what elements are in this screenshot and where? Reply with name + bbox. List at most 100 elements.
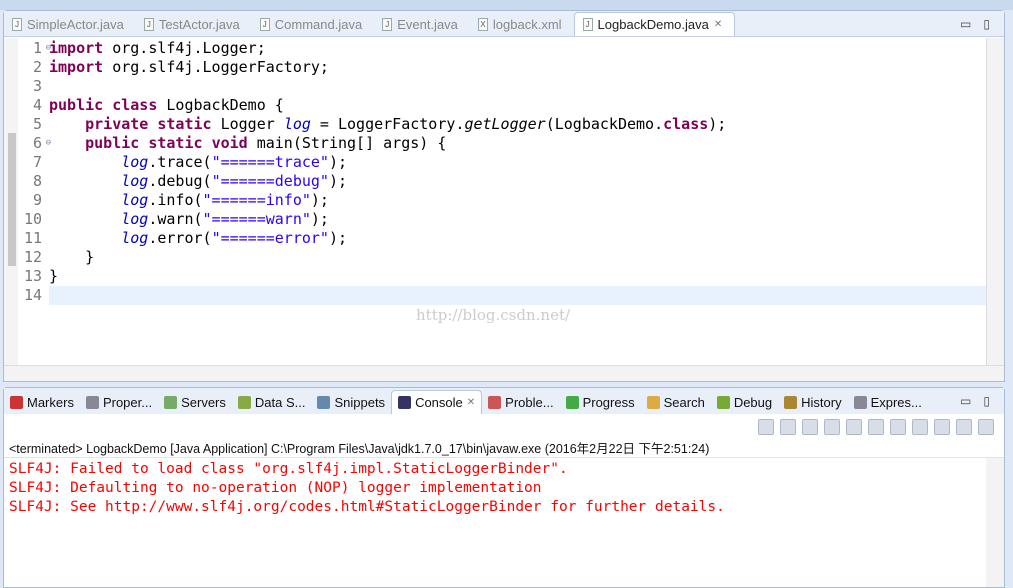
- code-line[interactable]: log.trace("======trace");: [49, 153, 986, 172]
- line-number: 11: [23, 229, 42, 247]
- window-top-bar: [0, 0, 1013, 10]
- code-line[interactable]: [49, 77, 986, 96]
- search-icon: [646, 395, 660, 409]
- code-line[interactable]: import org.slf4j.LoggerFactory;: [49, 58, 986, 77]
- code-token: log: [121, 153, 149, 171]
- remove-launch-icon[interactable]: [780, 419, 796, 435]
- line-number: 1 ⊖: [32, 39, 51, 57]
- code-token: );: [708, 115, 727, 133]
- minimize-button[interactable]: ▭: [960, 394, 971, 408]
- code-line[interactable]: log.warn("======warn");: [49, 210, 986, 229]
- console-tab[interactable]: Markers: [4, 390, 80, 414]
- code-line[interactable]: public static void main(String[] args) {: [49, 134, 986, 153]
- code-token: }: [49, 248, 95, 266]
- tab-label: Markers: [27, 394, 74, 410]
- clear-console-icon[interactable]: [824, 419, 840, 435]
- console-tab[interactable]: Proble...: [482, 390, 559, 414]
- tab-label: SimpleActor.java: [27, 16, 124, 32]
- word-wrap-icon[interactable]: [868, 419, 884, 435]
- tab-label: LogbackDemo.java: [597, 17, 709, 32]
- fold-icon[interactable]: ⊖: [46, 39, 51, 58]
- console-scrollbar[interactable]: [986, 458, 1004, 587]
- debug-icon: [716, 395, 730, 409]
- code-token: LogbackDemo {: [157, 96, 284, 114]
- console-tab[interactable]: Proper...: [80, 390, 158, 414]
- console-tab[interactable]: Debug: [711, 390, 778, 414]
- code-token: );: [328, 229, 348, 247]
- editor-tab[interactable]: Xlogback.xml: [470, 12, 574, 36]
- tab-label: Progress: [582, 394, 635, 410]
- tab-label: Event.java: [397, 16, 458, 32]
- console-output[interactable]: SLF4J: Failed to load class "org.slf4j.i…: [4, 458, 1004, 517]
- console-status: <terminated> LogbackDemo [Java Applicati…: [4, 440, 1004, 458]
- code-line[interactable]: }: [49, 248, 986, 267]
- tab-label: Proper...: [102, 394, 153, 410]
- code-token: main(String[] args) {: [247, 134, 447, 152]
- remove-all-icon[interactable]: [802, 419, 818, 435]
- code-token: import: [49, 39, 104, 57]
- java-editor: J SimpleActor.java J TestActor.java J Command…: [3, 10, 1005, 382]
- maximize-button[interactable]: ▯: [983, 394, 990, 408]
- code-token: "======trace": [211, 153, 329, 171]
- editor-tab[interactable]: J LogbackDemo.java ✕: [573, 12, 736, 36]
- console-tab[interactable]: Console ✕: [391, 390, 483, 414]
- open-console-icon[interactable]: [978, 419, 994, 435]
- console-tab[interactable]: Servers: [158, 390, 232, 414]
- code-token: );: [328, 172, 348, 190]
- code-token: log: [121, 210, 149, 228]
- code-line[interactable]: }: [49, 267, 986, 286]
- display-selected-console-icon[interactable]: [956, 419, 972, 435]
- console-tab[interactable]: Data S...: [232, 390, 312, 414]
- maximize-button[interactable]: ▯: [983, 17, 990, 31]
- vertical-scrollbar[interactable]: [986, 38, 1004, 365]
- code-token: "======warn": [202, 210, 311, 228]
- code-line[interactable]: [49, 286, 986, 305]
- editor-tab[interactable]: J TestActor.java: [136, 12, 252, 36]
- line-number: 5: [32, 115, 42, 133]
- close-icon[interactable]: ✕: [714, 19, 722, 30]
- progress-icon: [565, 395, 579, 409]
- code-line[interactable]: public class LogbackDemo {: [49, 96, 986, 115]
- scroll-lock-icon[interactable]: [846, 419, 862, 435]
- code-line[interactable]: log.error("======error");: [49, 229, 986, 248]
- console-tab[interactable]: Search: [641, 390, 711, 414]
- editor-tab[interactable]: J Command.java: [252, 12, 374, 36]
- show-on-stdout-icon[interactable]: [890, 419, 906, 435]
- code-token: log: [283, 115, 311, 133]
- minimize-button[interactable]: ▭: [960, 17, 971, 31]
- fold-icon[interactable]: ⊖: [46, 134, 51, 153]
- line-number: 2: [32, 58, 42, 76]
- code-token: log: [121, 172, 149, 190]
- show-on-stderr-icon[interactable]: [912, 419, 928, 435]
- code-token: class: [663, 115, 709, 133]
- console-tab[interactable]: History: [778, 390, 847, 414]
- console-tab[interactable]: Snippets: [311, 390, 391, 414]
- console-tab[interactable]: Expres...: [848, 390, 928, 414]
- line-number: 9: [32, 191, 42, 209]
- code-line[interactable]: log.debug("======debug");: [49, 172, 986, 191]
- console-panel: Markers Proper... Servers Data S... Snippets…: [3, 387, 1005, 588]
- pin-console-icon[interactable]: [934, 419, 950, 435]
- code-line[interactable]: log.info("======info");: [49, 191, 986, 210]
- close-icon[interactable]: ✕: [467, 397, 475, 408]
- code-token: org.slf4j.Logger;: [103, 39, 266, 57]
- editor-tab[interactable]: J SimpleActor.java: [4, 12, 136, 36]
- console-tab[interactable]: Progress: [560, 390, 641, 414]
- editor-tab[interactable]: J Event.java: [374, 12, 470, 36]
- horizontal-scrollbar[interactable]: [4, 365, 1004, 381]
- console-icon: [398, 396, 412, 409]
- console-output-line: SLF4J: Failed to load class "org.slf4j.i…: [9, 461, 568, 477]
- tab-label: Proble...: [505, 394, 554, 410]
- code-token: "======error": [211, 229, 329, 247]
- code-line[interactable]: private static Logger log = LoggerFactor…: [49, 115, 986, 134]
- code-token: import: [49, 58, 104, 76]
- code-token: static: [148, 134, 203, 152]
- terminate-icon[interactable]: [758, 419, 774, 435]
- code-line[interactable]: import org.slf4j.Logger;: [49, 39, 986, 58]
- file-icon: J: [143, 17, 154, 31]
- code-token: .info(: [148, 191, 203, 209]
